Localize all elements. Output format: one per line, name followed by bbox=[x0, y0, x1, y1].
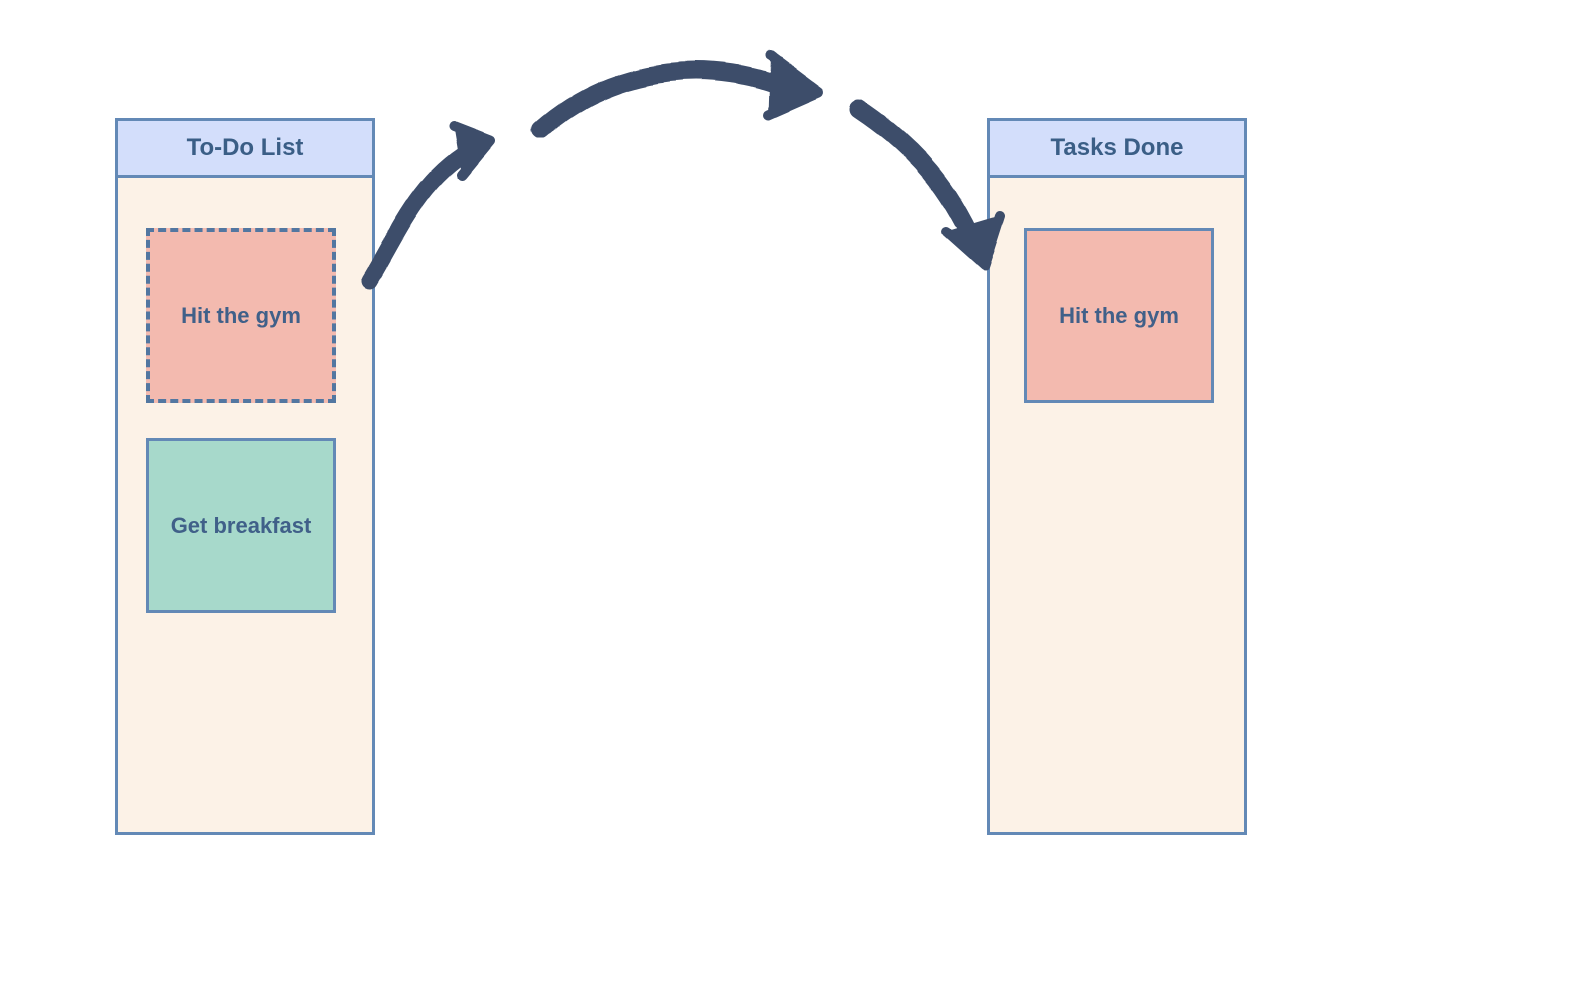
todo-card-hit-the-gym[interactable]: Hit the gym bbox=[146, 228, 336, 403]
done-card-hit-the-gym[interactable]: Hit the gym bbox=[1024, 228, 1214, 403]
todo-panel-header: To-Do List bbox=[115, 118, 375, 178]
done-panel-header: Tasks Done bbox=[987, 118, 1247, 178]
card-label: Hit the gym bbox=[1059, 303, 1179, 329]
todo-panel[interactable]: To-Do List Hit the gym Get breakfast bbox=[115, 175, 375, 835]
card-label: Hit the gym bbox=[181, 303, 301, 329]
diagram-canvas: To-Do List Hit the gym Get breakfast Tas… bbox=[0, 0, 1589, 989]
done-panel-title: Tasks Done bbox=[1051, 134, 1184, 162]
card-label: Get breakfast bbox=[171, 513, 312, 539]
done-panel[interactable]: Tasks Done Hit the gym bbox=[987, 175, 1247, 835]
todo-panel-title: To-Do List bbox=[187, 134, 304, 162]
todo-card-get-breakfast[interactable]: Get breakfast bbox=[146, 438, 336, 613]
